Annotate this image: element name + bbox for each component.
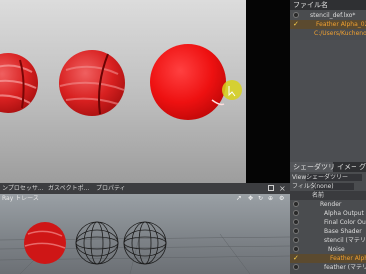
tab-properties[interactable]: プロパティ [96,183,126,194]
3d-viewport[interactable]: Ray トレース ➚ ✥ ↻ ⊕ ⚙ [0,194,290,274]
viewport-sphere-2 [75,221,119,265]
eye-icon[interactable] [293,246,299,252]
view-row: View シェーダツリー [290,173,366,182]
tree-item-alpha-output[interactable]: Alpha Output [290,209,366,218]
eye-icon[interactable] [293,237,299,243]
viewport-sphere-3 [123,221,167,265]
eye-icon[interactable] [293,210,299,216]
filter-select[interactable]: (none) [314,183,354,190]
viewport-sphere-1 [24,222,66,264]
bottom-tab-bar: ンプロセッサ... ガスペクトポ... プロパティ × [0,183,290,194]
view-select[interactable]: シェーダツリー [306,174,362,181]
file-list-empty-area [290,40,366,162]
tree-item-feather[interactable]: feather (マテリアル) [290,263,366,272]
right-panel: ファイル名 stencil_def.lxo* ✓ Feather Alpha_0… [290,0,366,274]
tab-processor[interactable]: ンプロセッサ... [2,183,44,194]
tree-item-final-color[interactable]: Final Color Output [290,218,366,227]
shader-tabs: シェーダツリー イメージ グループ [290,162,366,172]
file-name-tab[interactable]: ファイル名 [290,0,366,10]
file-path-item[interactable]: C:/Users/Kuchenon/AppData... [290,29,366,38]
file-list-item[interactable]: ✓ Feather Alpha_02 [290,20,366,29]
tree-item-render[interactable]: Render [290,200,366,209]
tree-header: 名前 [290,191,366,200]
eye-icon[interactable] [293,264,299,270]
3d-viewport-canvas [0,221,290,274]
checkmark-icon: ✓ [293,254,299,262]
tree-item-stencil[interactable]: stencil (マテリアル) [290,236,366,245]
tab-shader-tree[interactable]: シェーダツリー [290,162,342,172]
render-preview-viewport[interactable] [0,0,246,183]
tree-item-noise[interactable]: Noise [290,245,366,254]
filter-row: フィルター (none) [290,182,366,191]
checkmark-icon: ✓ [293,20,299,28]
eye-icon[interactable] [293,201,299,207]
viewport-border [246,0,290,183]
maximize-icon[interactable] [268,185,274,191]
tree-item-feather-alpha[interactable]: ✓ Feather Alpha_02 [290,254,366,263]
eye-icon[interactable] [293,219,299,225]
eye-icon[interactable] [293,12,299,18]
tree-item-base-shader[interactable]: Base Shader [290,227,366,236]
eye-icon[interactable] [293,228,299,234]
tab-aspect[interactable]: ガスペクトポ... [48,183,89,194]
file-list-item[interactable]: stencil_def.lxo* [290,11,366,20]
tab-image[interactable]: イメージ [334,162,365,172]
cursor-ring [222,80,242,100]
render-preview-canvas [0,44,242,120]
render-sphere-2 [59,50,125,116]
tab-group[interactable]: グループ [356,162,366,172]
render-sphere-1 [0,53,38,113]
close-icon[interactable]: × [279,183,286,194]
render-sphere-3 [150,44,226,120]
